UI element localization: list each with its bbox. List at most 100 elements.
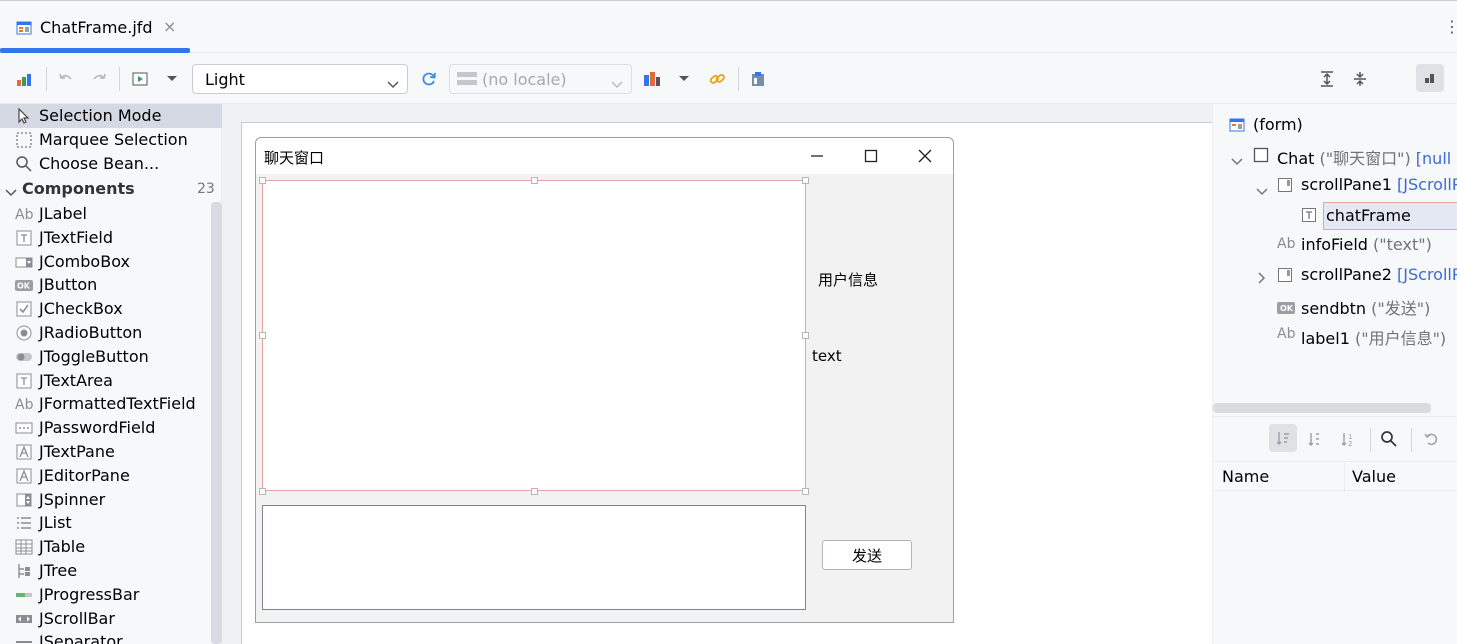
components-label: Components: [22, 179, 135, 198]
resize-handle[interactable]: [531, 488, 538, 495]
resize-handle[interactable]: [531, 177, 538, 184]
palette-icon[interactable]: [11, 66, 37, 92]
tree-node-form[interactable]: (form): [1213, 112, 1457, 140]
structure-view-icon[interactable]: [1416, 64, 1444, 92]
maximize-icon[interactable]: [861, 146, 881, 166]
layout-icon[interactable]: [639, 66, 665, 92]
chevron-down-icon: [611, 74, 623, 93]
palette-item-jtextpane[interactable]: JTextPane: [0, 440, 210, 464]
jseparator-icon: [15, 633, 33, 644]
search-icon[interactable]: [1380, 430, 1398, 452]
palette-item-label: JTextPane: [39, 442, 115, 461]
palette-item-jtextarea[interactable]: JTextArea: [0, 369, 210, 393]
close-icon[interactable]: [915, 146, 935, 166]
tree-node-sendbtn[interactable]: OK sendbtn ("发送"): [1213, 292, 1457, 320]
jlabel-icon: Ab: [15, 207, 34, 223]
palette-item-label: JToggleButton: [39, 346, 149, 366]
resize-handle[interactable]: [259, 177, 266, 184]
jtextpane-icon: [15, 443, 33, 461]
column-divider[interactable]: [1344, 462, 1345, 492]
mode-label: Selection Mode: [39, 106, 162, 125]
search-icon: [15, 155, 33, 173]
palette-item-jformattedtextfield[interactable]: Ab JFormattedTextField: [0, 392, 210, 416]
locale-combo[interactable]: (no locale): [449, 64, 632, 94]
palette-item-jeditorpane[interactable]: JEditorPane: [0, 464, 210, 488]
tree-node-infofield[interactable]: Ab infoField ("text"): [1213, 232, 1457, 260]
column-header-value[interactable]: Value: [1352, 467, 1396, 486]
resize-handle[interactable]: [802, 177, 809, 184]
info-field[interactable]: text: [812, 347, 842, 365]
refresh-icon[interactable]: [416, 66, 442, 92]
palette-item-jtextfield[interactable]: JTextField: [0, 226, 210, 250]
palette-item-jbutton[interactable]: OK JButton: [0, 273, 210, 297]
palette-item-jtree[interactable]: JTree: [0, 559, 210, 583]
jtextfield-icon: [15, 229, 33, 247]
preview-dropdown-icon[interactable]: [159, 66, 185, 92]
redo-icon[interactable]: [86, 66, 112, 92]
label-icon: Ab: [1277, 326, 1296, 342]
palette-item-jlabel[interactable]: Ab JLabel: [0, 202, 210, 226]
resize-handle[interactable]: [802, 332, 809, 339]
jformattedtextfield-icon: Ab: [15, 397, 34, 414]
palette-item-jspinner[interactable]: JSpinner: [0, 488, 210, 512]
tree-node-label1[interactable]: Ab label1 ("用户信息"): [1213, 322, 1457, 350]
restore-default-icon[interactable]: [1423, 431, 1439, 451]
tree-node-chatframe[interactable]: chatFrame: [1323, 202, 1457, 230]
jprogressbar-icon: [15, 586, 33, 604]
tree-node-scrollpane1[interactable]: scrollPane1 [JScrollP: [1213, 172, 1457, 200]
designer-toolbar: Light (no locale): [0, 53, 1457, 104]
locale-flag-icon: [457, 71, 477, 91]
palette-item-jpasswordfield[interactable]: JPasswordField: [0, 416, 210, 440]
resize-handle[interactable]: [802, 488, 809, 495]
bean-icon[interactable]: [745, 66, 771, 92]
preview-icon[interactable]: [127, 66, 153, 92]
palette-item-label: JButton: [39, 275, 98, 295]
minimize-icon[interactable]: [807, 146, 827, 166]
tree-horizontal-scrollbar[interactable]: [1213, 403, 1431, 413]
palette-item-jcheckbox[interactable]: JCheckBox: [0, 297, 210, 321]
palette-item-jtable[interactable]: JTable: [0, 535, 210, 559]
resize-handle[interactable]: [259, 488, 266, 495]
selection-mode-item[interactable]: Selection Mode: [0, 104, 222, 128]
sort-alpha-icon[interactable]: [1307, 431, 1323, 451]
choose-bean-item[interactable]: Choose Bean...: [0, 152, 222, 176]
properties-table-header: Name Value: [1213, 461, 1457, 492]
expand-all-icon[interactable]: [1314, 66, 1340, 92]
components-section-header[interactable]: Components 23: [0, 177, 222, 201]
tree-node-chat[interactable]: Chat ("聊天窗口") [null L: [1213, 142, 1457, 170]
chat-text-area[interactable]: [262, 180, 806, 491]
tab-close-icon[interactable]: ×: [163, 17, 176, 36]
sort-categorized-icon[interactable]: [1269, 424, 1297, 452]
collapse-all-icon[interactable]: [1347, 66, 1373, 92]
textarea-icon: [1301, 207, 1317, 227]
jscrollbar-icon: [15, 610, 33, 628]
sort-numeric-icon[interactable]: 12: [1340, 431, 1356, 451]
resize-handle[interactable]: [259, 332, 266, 339]
send-button[interactable]: 发送: [822, 540, 912, 570]
palette-item-jlist[interactable]: JList: [0, 511, 210, 535]
palette-item-jtogglebutton[interactable]: JToggleButton: [0, 345, 210, 369]
palette-item-jcombobox[interactable]: JComboBox: [0, 250, 210, 274]
message-input-area[interactable]: [262, 505, 806, 610]
marquee-selection-item[interactable]: Marquee Selection: [0, 128, 222, 152]
link-icon[interactable]: [704, 66, 730, 92]
tree-node-scrollpane2[interactable]: scrollPane2 [JScrollP: [1213, 262, 1457, 290]
layout-dropdown-icon[interactable]: [671, 66, 697, 92]
palette-item-jradiobutton[interactable]: JRadioButton: [0, 321, 210, 345]
theme-combo[interactable]: Light: [192, 64, 408, 94]
jpasswordfield-icon: [15, 419, 33, 437]
toolbar-separator: [119, 67, 120, 91]
more-options-icon[interactable]: ⋮: [1444, 17, 1457, 36]
palette-scrollbar[interactable]: [211, 202, 222, 644]
tab-chatframe[interactable]: ChatFrame.jfd ×: [0, 1, 190, 53]
jcheckbox-icon: [15, 300, 33, 318]
user-info-label[interactable]: 用户信息: [818, 269, 878, 290]
palette-item-jprogressbar[interactable]: JProgressBar: [0, 583, 210, 607]
column-header-name[interactable]: Name: [1222, 467, 1269, 486]
jtogglebutton-icon: [15, 348, 33, 366]
palette-item-jscrollbar[interactable]: JScrollBar: [0, 607, 210, 631]
cursor-icon: [15, 107, 33, 125]
undo-icon[interactable]: [53, 66, 79, 92]
palette-item-jseparator[interactable]: JSeparator: [0, 630, 210, 644]
jtable-icon: [15, 538, 33, 556]
